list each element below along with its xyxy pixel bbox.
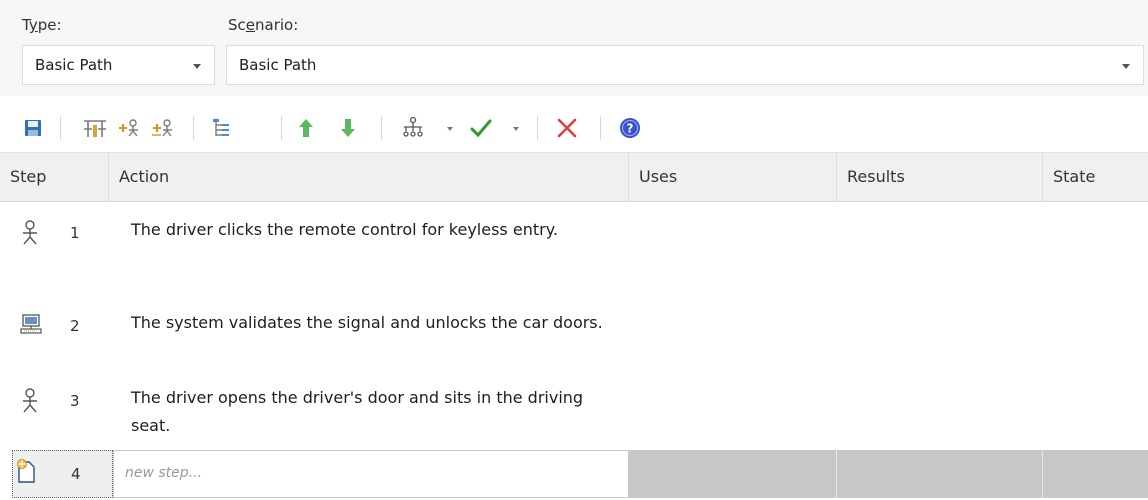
step-action[interactable]: The driver clicks the remote control for… xyxy=(131,216,621,244)
add-actor-step-icon[interactable] xyxy=(114,113,144,143)
new-step-cell[interactable]: 4 xyxy=(12,450,113,498)
step-action[interactable]: The system validates the signal and unlo… xyxy=(131,309,621,337)
add-system-step-icon[interactable] xyxy=(148,113,178,143)
toolbar-separator xyxy=(281,116,282,140)
steps-table-header: Step Action Uses Results State xyxy=(0,152,1148,202)
step-number: 1 xyxy=(70,224,80,242)
delete-icon[interactable] xyxy=(552,113,582,143)
save-icon[interactable] xyxy=(20,113,46,143)
new-step-uses-cell xyxy=(629,450,837,498)
computer-icon xyxy=(20,313,42,339)
scenario-value: Basic Path xyxy=(239,56,317,74)
column-header-state[interactable]: State xyxy=(1043,153,1148,201)
scenario-label: Scenario: xyxy=(228,16,299,34)
toolbar-separator xyxy=(381,116,382,140)
table-row[interactable]: 1 The driver clicks the remote control f… xyxy=(0,202,1148,274)
table-row[interactable]: 3 The driver opens the driver's door and… xyxy=(0,370,1148,442)
chevron-down-icon xyxy=(1122,64,1130,69)
toolbar-separator xyxy=(60,116,61,140)
generate-dropdown-arrow[interactable] xyxy=(447,127,453,131)
column-header-action[interactable]: Action xyxy=(109,153,629,201)
table-row[interactable]: 2 The system validates the signal and un… xyxy=(0,295,1148,367)
toolbar-separator xyxy=(537,116,538,140)
help-icon[interactable]: ? xyxy=(615,113,645,143)
toolbar-separator xyxy=(600,116,601,140)
new-step-results-cell xyxy=(837,450,1043,498)
actor-icon xyxy=(20,388,40,418)
type-label: Type: xyxy=(22,16,62,34)
new-step-placeholder: new step... xyxy=(125,465,203,481)
toolbar-separator xyxy=(193,116,194,140)
new-step-input[interactable]: new step... xyxy=(113,450,629,498)
structure-icon[interactable] xyxy=(80,113,110,143)
new-step-icon xyxy=(15,458,37,488)
svg-text:?: ? xyxy=(627,122,634,136)
step-number: 2 xyxy=(70,317,80,335)
new-step-state-cell xyxy=(1043,450,1148,498)
column-header-step[interactable]: Step xyxy=(0,153,109,201)
type-dropdown[interactable]: Basic Path xyxy=(22,45,215,85)
chevron-down-icon xyxy=(193,64,201,69)
steps-toolbar: ? xyxy=(0,105,1148,151)
scenario-dropdown[interactable]: Basic Path xyxy=(226,45,1144,85)
actor-icon xyxy=(20,220,40,250)
validate-check-icon[interactable] xyxy=(466,113,496,143)
move-down-icon[interactable] xyxy=(336,113,360,143)
step-number: 3 xyxy=(70,392,80,410)
step-action[interactable]: The driver opens the driver's door and s… xyxy=(131,384,621,440)
type-value: Basic Path xyxy=(35,56,113,74)
step-number: 4 xyxy=(71,465,81,483)
scenario-properties-panel: Type: Scenario: Basic Path Basic Path xyxy=(0,0,1148,96)
move-up-icon[interactable] xyxy=(294,113,318,143)
validate-dropdown-arrow[interactable] xyxy=(513,127,519,131)
hierarchy-icon[interactable] xyxy=(206,113,236,143)
new-step-row[interactable]: 4 new step... xyxy=(0,450,1148,498)
generate-diagram-icon[interactable] xyxy=(398,113,428,143)
column-header-results[interactable]: Results xyxy=(837,153,1043,201)
column-header-uses[interactable]: Uses xyxy=(629,153,837,201)
